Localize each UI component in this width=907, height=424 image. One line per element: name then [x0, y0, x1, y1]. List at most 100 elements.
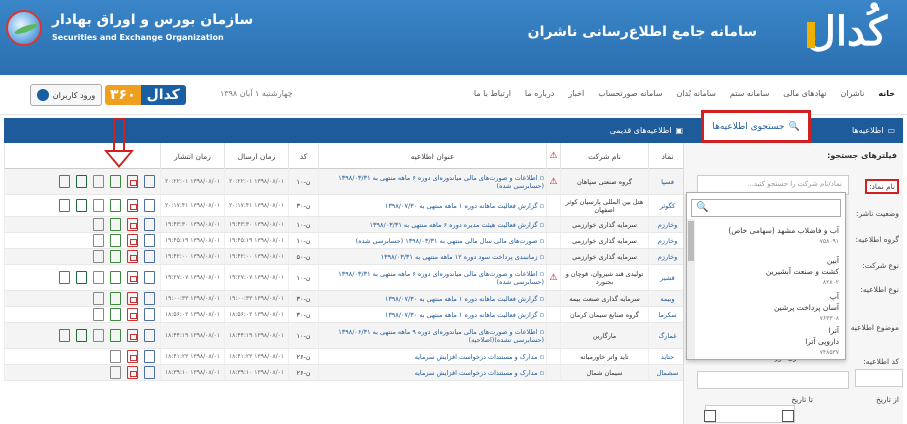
- dropdown-option[interactable]: آبین کشت و صنعت آبشیرین ۸۲۸۰۲: [701, 255, 839, 288]
- attachment-icon[interactable]: [110, 350, 121, 363]
- excel-icon[interactable]: [110, 308, 121, 321]
- xbrl-icon[interactable]: [76, 175, 87, 188]
- view-icon[interactable]: [144, 308, 155, 321]
- title-link[interactable]: ▫ مدارک و مستندات درخواست افزایش سرمایه: [318, 365, 546, 380]
- dropdown-option[interactable]: آپ آسان پرداخت پرشین ۷۶۳۳۰۸: [701, 291, 839, 324]
- dropdown-option[interactable]: آب و فاضلاب مشهد (سهامی خاص) ۷۵۸۰۹۱: [701, 225, 839, 247]
- pdf-icon[interactable]: [127, 218, 138, 231]
- title-link[interactable]: ▫ زمانبندی پرداخت سود دوره ۱۲ ماهه منتهی…: [318, 249, 546, 264]
- table-row[interactable]: کگوثر هتل بین المللی پارسیان کوثر اصفهان ▫…: [4, 195, 686, 217]
- title-link[interactable]: ▫ گزارش فعالیت ماهانه دوره ۱ ماهه منتهی …: [318, 307, 546, 322]
- xbrl-icon[interactable]: [76, 271, 87, 284]
- nav-item-0[interactable]: خانه: [878, 89, 895, 98]
- xbrl-icon[interactable]: [76, 199, 87, 212]
- xbrl-icon[interactable]: [76, 329, 87, 342]
- pdf-icon[interactable]: [127, 175, 138, 188]
- nav-item-5[interactable]: سامانه صورتحساب: [598, 89, 662, 98]
- table-row[interactable]: قشیر تولیدی قند شیروان، قوچان و بجنورد ⚠ ▫ …: [4, 265, 686, 291]
- nav-item-6[interactable]: اخبار: [568, 89, 584, 98]
- codal360-link[interactable]: ۳۶۰ کدال: [105, 82, 215, 108]
- symbol-cell[interactable]: سکرما: [648, 307, 686, 322]
- tab-search[interactable]: 🔍 جستجوی اطلاعیه‌ها: [701, 110, 811, 143]
- calendar-icon[interactable]: [704, 410, 716, 422]
- period-select[interactable]: [697, 371, 849, 389]
- pdf-icon[interactable]: [127, 350, 138, 363]
- symbol-cell[interactable]: فسپا: [648, 169, 686, 194]
- table-row[interactable]: وخارزم سرمایه گذاری خوارزمی ▫ زمانبندی پرد…: [4, 249, 686, 265]
- view-icon[interactable]: [144, 250, 155, 263]
- pdf-icon[interactable]: [127, 271, 138, 284]
- excel-icon[interactable]: [110, 271, 121, 284]
- table-row[interactable]: غمارگ مارگارین ▫ اطلاعات و صورت‌های مالی م…: [4, 323, 686, 349]
- symbol-cell[interactable]: حتاید: [648, 349, 686, 364]
- attachment-icon[interactable]: [93, 292, 104, 305]
- pdf-icon[interactable]: [127, 329, 138, 342]
- print-icon[interactable]: [59, 329, 70, 342]
- title-link[interactable]: ▫ مدارک و مستندات درخواست افزایش سرمایه: [318, 349, 546, 364]
- calendar-icon[interactable]: [782, 410, 794, 422]
- table-row[interactable]: وخارزم سرمایه گذاری خوارزمی ▫ صورت‌های مال…: [4, 233, 686, 249]
- title-link[interactable]: ▫ اطلاعات و صورت‌های مالی میاندوره‌ای دو…: [318, 323, 546, 348]
- nav-item-4[interactable]: سامانه بُدان: [676, 89, 715, 98]
- table-row[interactable]: سکرما گروه صنایع سیمان کرمان ▫ گزارش فعالی…: [4, 307, 686, 323]
- title-link[interactable]: ▫ صورت‌های مالی سال مالی منتهی به ۱۳۹۸/۰…: [318, 233, 546, 248]
- attachment-icon[interactable]: [93, 199, 104, 212]
- dropdown-option[interactable]: آترا داروپی آترا ۷۴۸۵۳۷: [701, 325, 839, 358]
- symbol-cell[interactable]: سشمال: [648, 365, 686, 380]
- login-button[interactable]: ورود کاربران: [30, 84, 102, 106]
- attachment-icon[interactable]: [93, 271, 104, 284]
- codal-logo[interactable]: کُدال: [806, 8, 887, 55]
- sebo-logo[interactable]: [6, 10, 42, 46]
- title-link[interactable]: ▫ اطلاعات و صورت‌های مالی میاندوره‌ای دو…: [318, 169, 546, 194]
- pdf-icon[interactable]: [127, 292, 138, 305]
- view-icon[interactable]: [144, 218, 155, 231]
- pdf-icon[interactable]: [127, 366, 138, 379]
- excel-icon[interactable]: [110, 234, 121, 247]
- view-icon[interactable]: [144, 199, 155, 212]
- title-link[interactable]: ▫ گزارش فعالیت ماهانه دوره ۱ ماهه منتهی …: [318, 195, 546, 216]
- symbol-cell[interactable]: وخارزم: [648, 249, 686, 264]
- pdf-icon[interactable]: [127, 234, 138, 247]
- excel-icon[interactable]: [110, 199, 121, 212]
- excel-icon[interactable]: [110, 218, 121, 231]
- view-icon[interactable]: [144, 234, 155, 247]
- excel-icon[interactable]: [110, 292, 121, 305]
- title-link[interactable]: ▫ گزارش فعالیت ماهانه دوره ۱ ماهه منتهی …: [318, 291, 546, 306]
- attachment-icon[interactable]: [93, 308, 104, 321]
- print-icon[interactable]: [59, 271, 70, 284]
- dropdown-scrollbar[interactable]: [687, 219, 695, 359]
- attachment-icon[interactable]: [110, 366, 121, 379]
- attachment-icon[interactable]: [93, 329, 104, 342]
- symbol-cell[interactable]: قشیر: [648, 265, 686, 290]
- nav-item-8[interactable]: ارتباط با ما: [474, 89, 511, 98]
- excel-icon[interactable]: [110, 329, 121, 342]
- view-icon[interactable]: [144, 350, 155, 363]
- table-row[interactable]: سشمال سیمان شمال ▫ مدارک و مستندات درخواست…: [4, 365, 686, 381]
- tab-old-announcements[interactable]: ▣ اطلاعیه‌های قدیمی: [610, 118, 683, 143]
- table-row[interactable]: فسپا گروه صنعتی سپاهان ⚠ ▫ اطلاعات و صورت‌ه…: [4, 169, 686, 195]
- view-icon[interactable]: [144, 292, 155, 305]
- dropdown-search-input[interactable]: 🔍: [691, 199, 841, 217]
- view-icon[interactable]: [144, 271, 155, 284]
- attachment-icon[interactable]: [93, 175, 104, 188]
- attachment-icon[interactable]: [93, 234, 104, 247]
- print-icon[interactable]: [59, 175, 70, 188]
- title-link[interactable]: ▫ اطلاعات و صورت‌های مالی میاندوره‌ای دو…: [318, 265, 546, 290]
- nav-item-3[interactable]: سامانه ستم: [730, 89, 769, 98]
- view-icon[interactable]: [144, 366, 155, 379]
- tab-announcements[interactable]: ▭ اطلاعیه‌ها: [852, 118, 895, 143]
- symbol-cell[interactable]: وبیمه: [648, 291, 686, 306]
- print-icon[interactable]: [59, 199, 70, 212]
- excel-icon[interactable]: [110, 250, 121, 263]
- symbol-cell[interactable]: وخارزم: [648, 233, 686, 248]
- symbol-cell[interactable]: وخارزم: [648, 217, 686, 232]
- symbol-cell[interactable]: کگوثر: [648, 195, 686, 216]
- excel-icon[interactable]: [110, 175, 121, 188]
- pdf-icon[interactable]: [127, 308, 138, 321]
- nav-item-7[interactable]: درباره ما: [525, 89, 554, 98]
- view-icon[interactable]: [144, 329, 155, 342]
- pdf-icon[interactable]: [127, 199, 138, 212]
- attachment-icon[interactable]: [93, 250, 104, 263]
- table-row[interactable]: حتاید تاید واتر خاورمیانه ▫ مدارک و مستندا…: [4, 349, 686, 365]
- nav-item-1[interactable]: ناشران: [840, 89, 864, 98]
